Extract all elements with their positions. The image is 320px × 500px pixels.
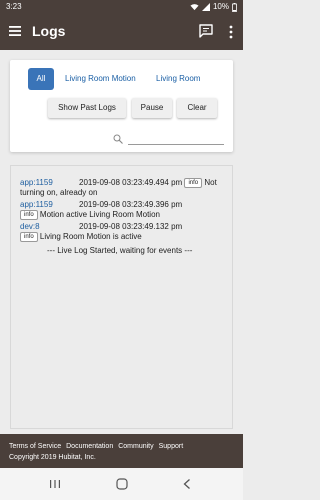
battery-icon: [232, 2, 237, 12]
clear-button[interactable]: Clear: [177, 98, 217, 118]
tab-living-room[interactable]: Living Room: [156, 68, 200, 90]
pause-button[interactable]: Pause: [132, 98, 172, 118]
tab-living-room-motion[interactable]: Living Room Motion: [65, 68, 136, 90]
page-title: Logs: [32, 23, 66, 39]
footer-link-terms[interactable]: Terms of Service: [9, 443, 61, 450]
log-timestamp: 2019-09-08 03:23:49.396 pm: [79, 200, 183, 209]
back-icon[interactable]: [182, 478, 192, 490]
system-nav-bar: [0, 468, 243, 500]
log-entry: app:1159 2019-09-08 03:23:49.494 pm info…: [20, 178, 230, 197]
search-icon: [113, 134, 123, 144]
app-bar: Logs: [0, 14, 243, 50]
log-source-link[interactable]: app:1159: [20, 200, 53, 209]
recent-apps-icon[interactable]: [49, 479, 61, 489]
footer-links: Terms of Service Documentation Community…: [9, 443, 183, 450]
log-source-link[interactable]: dev:8: [20, 222, 40, 231]
log-message: Living Room Motion is active: [39, 231, 142, 241]
log-message: Not: [204, 178, 217, 187]
log-message-continued: turning on, already on: [20, 187, 98, 197]
log-source-link[interactable]: app:1159: [20, 178, 53, 187]
footer-link-community[interactable]: Community: [118, 443, 153, 450]
copyright: Copyright 2019 Hubitat, Inc.: [9, 454, 96, 461]
live-log-status: --- Live Log Started, waiting for events…: [47, 246, 193, 255]
log-level-badge: info: [184, 178, 203, 188]
search-input[interactable]: [128, 144, 224, 145]
status-time: 3:23: [6, 2, 22, 11]
log-output: app:1159 2019-09-08 03:23:49.494 pm info…: [10, 165, 233, 429]
log-level-badge: info: [20, 231, 38, 242]
home-icon[interactable]: [116, 478, 128, 490]
more-vert-icon[interactable]: [228, 24, 234, 40]
tab-all[interactable]: All: [28, 68, 54, 90]
log-level-badge: info: [20, 209, 38, 220]
status-icons: 10%: [190, 2, 237, 12]
log-timestamp: 2019-09-08 03:23:49.494 pm: [79, 178, 183, 187]
log-entry: app:1159 2019-09-08 03:23:49.396 pm info…: [20, 200, 230, 220]
wifi-icon: [190, 4, 199, 11]
footer-link-documentation[interactable]: Documentation: [66, 443, 113, 450]
show-past-logs-button[interactable]: Show Past Logs: [48, 98, 126, 118]
footer-link-support[interactable]: Support: [159, 443, 184, 450]
log-message: Motion active Living Room Motion: [39, 209, 160, 219]
menu-icon[interactable]: [8, 24, 22, 38]
signal-icon: [201, 3, 210, 11]
status-bar: 3:23 10%: [0, 0, 243, 14]
log-entry: dev:8 2019-09-08 03:23:49.132 pm info Li…: [20, 222, 230, 242]
battery-percent: 10%: [212, 2, 229, 11]
chat-icon[interactable]: [198, 23, 214, 39]
footer: Terms of Service Documentation Community…: [0, 434, 243, 468]
log-controls-card: All Living Room Motion Living Room Show …: [10, 60, 233, 152]
log-timestamp: 2019-09-08 03:23:49.132 pm: [79, 222, 183, 231]
